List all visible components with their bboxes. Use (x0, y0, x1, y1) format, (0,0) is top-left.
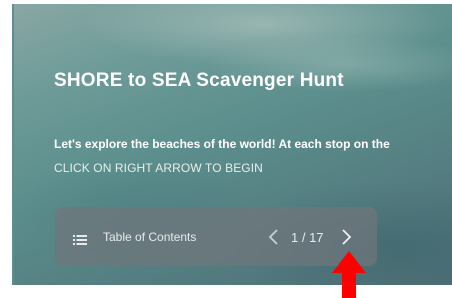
previous-slide-button[interactable] (267, 227, 281, 247)
page-indicator: 1 / 17 (291, 230, 324, 245)
table-of-contents-label: Table of Contents (103, 230, 197, 244)
chevron-right-icon (342, 229, 352, 245)
list-icon (73, 232, 87, 245)
next-slide-button[interactable] (339, 227, 353, 247)
slide-title: SHORE to SEA Scavenger Hunt (54, 70, 344, 91)
table-of-contents-button[interactable]: Table of Contents (73, 227, 196, 247)
slide-viewer: SHORE to SEA Scavenger Hunt Let's explor… (12, 4, 452, 285)
chevron-left-icon (268, 229, 278, 245)
slide-intro-text: Let's explore the beaches of the world! … (54, 137, 390, 151)
red-up-arrow-icon (332, 251, 366, 298)
slide-instructions: CLICK ON RIGHT ARROW TO BEGIN (54, 161, 263, 175)
navigation-bar: Table of Contents 1 / 17 (55, 207, 377, 266)
